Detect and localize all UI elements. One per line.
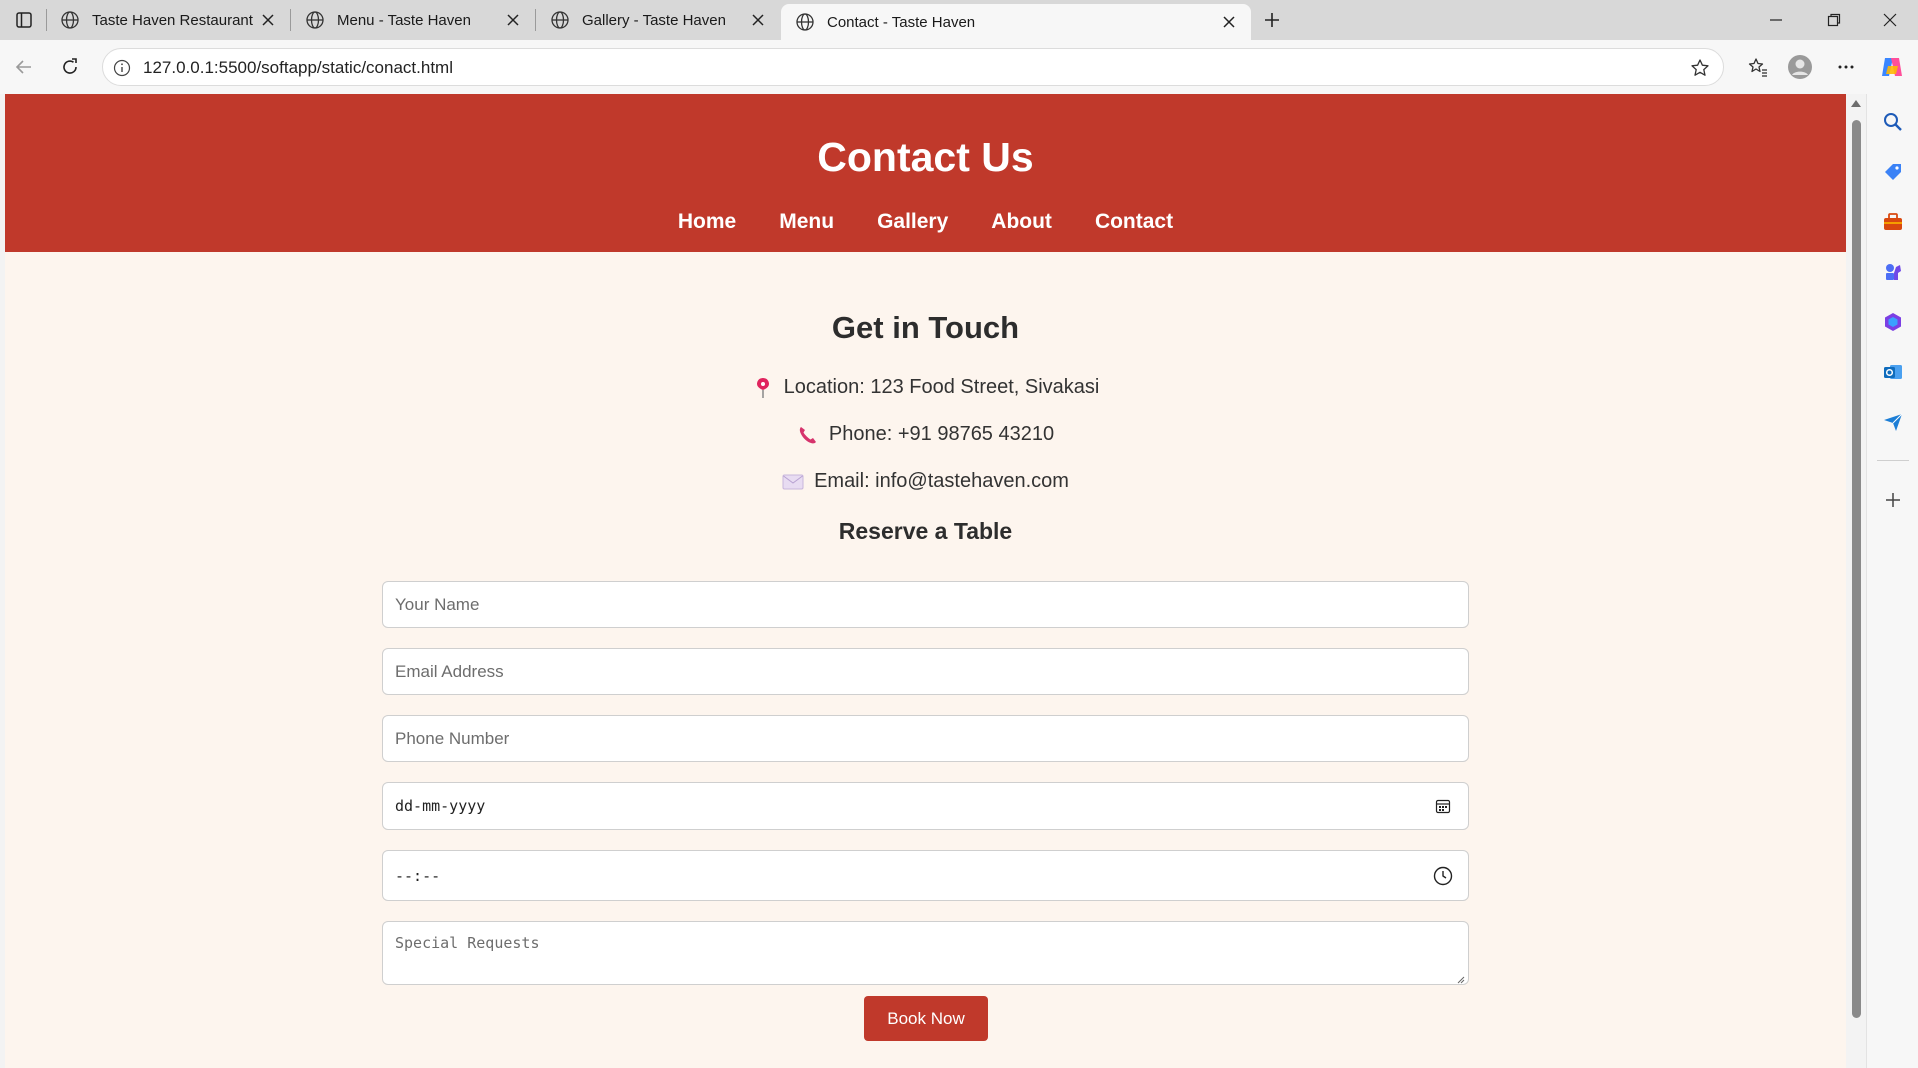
tab-actions-icon[interactable] xyxy=(10,6,38,34)
browser-tab-menu[interactable]: Menu - Taste Haven xyxy=(291,0,535,40)
tab-title: Menu - Taste Haven xyxy=(337,11,471,29)
close-icon[interactable] xyxy=(258,10,278,30)
tab-title: Taste Haven Restaurant xyxy=(92,11,253,29)
phone-text: Phone: +91 98765 43210 xyxy=(828,423,1055,445)
nav-link-contact[interactable]: Contact xyxy=(1095,210,1173,234)
url-text[interactable]: 127.0.0.1:5500/softapp/static/conact.htm… xyxy=(143,58,453,78)
scroll-up-arrow-icon[interactable] xyxy=(1851,100,1861,107)
main-nav: Home Menu Gallery About Contact xyxy=(5,210,1846,234)
add-icon[interactable] xyxy=(1879,486,1907,514)
close-icon[interactable] xyxy=(1219,12,1239,32)
map-pin-icon xyxy=(752,377,774,399)
email-input[interactable] xyxy=(382,648,1469,695)
minimize-icon[interactable] xyxy=(1748,0,1804,40)
nav-link-home[interactable]: Home xyxy=(678,210,736,234)
favorites-icon[interactable] xyxy=(1742,51,1774,83)
back-icon[interactable] xyxy=(8,51,40,83)
date-input[interactable]: dd-mm-yyyy xyxy=(382,782,1469,830)
calendar-icon[interactable] xyxy=(1432,795,1454,817)
tag-icon[interactable] xyxy=(1879,158,1907,186)
special-requests-textarea[interactable] xyxy=(382,921,1469,985)
globe-icon xyxy=(795,12,815,32)
date-value: dd-mm-yyyy xyxy=(395,797,486,815)
resize-handle-icon[interactable] xyxy=(1455,974,1465,984)
email-text: Email: info@tastehaven.com xyxy=(814,470,1069,492)
tab-title: Contact - Taste Haven xyxy=(827,13,976,31)
time-input[interactable]: --:-- xyxy=(382,850,1469,901)
browser-tab-strip: Taste Haven Restaurant Menu - Taste Have… xyxy=(0,0,1918,40)
browser-tab-contact[interactable]: Contact - Taste Haven xyxy=(781,4,1251,40)
phone-icon xyxy=(797,424,819,446)
envelope-icon xyxy=(782,471,804,493)
phone-input[interactable] xyxy=(382,715,1469,762)
location-info: Location: 123 Food Street, Sivakasi xyxy=(5,376,1846,399)
new-tab-icon[interactable] xyxy=(1258,7,1286,33)
globe-icon xyxy=(60,10,80,30)
close-icon[interactable] xyxy=(748,10,768,30)
clock-icon[interactable] xyxy=(1432,865,1454,887)
site-info-icon[interactable] xyxy=(111,57,133,79)
page-title: Contact Us xyxy=(817,134,1034,180)
browser-sidebar xyxy=(1866,94,1918,1068)
location-text: Location: 123 Food Street, Sivakasi xyxy=(783,376,1100,398)
close-icon[interactable] xyxy=(503,10,523,30)
site-header: Contact Us Home Menu Gallery About Conta… xyxy=(5,94,1846,252)
profile-avatar-icon[interactable] xyxy=(1784,51,1816,83)
favorite-star-icon[interactable] xyxy=(1689,57,1711,79)
reservation-heading: Reserve a Table xyxy=(838,518,1013,544)
globe-icon xyxy=(550,10,570,30)
sidebar-divider xyxy=(1877,460,1909,461)
contact-heading: Get in Touch xyxy=(831,310,1020,345)
email-info: Email: info@tastehaven.com xyxy=(5,470,1846,493)
page-scrollbar[interactable] xyxy=(1846,94,1866,1068)
more-options-icon[interactable] xyxy=(1830,51,1862,83)
time-value: --:-- xyxy=(395,866,441,885)
restore-icon[interactable] xyxy=(1806,0,1862,40)
scroll-thumb[interactable] xyxy=(1852,120,1861,1018)
toolbox-icon[interactable] xyxy=(1879,208,1907,236)
window-close-icon[interactable] xyxy=(1862,0,1918,40)
nav-link-gallery[interactable]: Gallery xyxy=(877,210,948,234)
reload-icon[interactable] xyxy=(54,51,86,83)
chess-icon[interactable] xyxy=(1879,258,1907,286)
phone-info: Phone: +91 98765 43210 xyxy=(5,423,1846,446)
copilot-icon[interactable] xyxy=(1876,51,1908,83)
search-icon[interactable] xyxy=(1879,108,1907,136)
outlook-icon[interactable] xyxy=(1879,358,1907,386)
nav-link-about[interactable]: About xyxy=(991,210,1052,234)
send-icon[interactable] xyxy=(1879,408,1907,436)
office-icon[interactable] xyxy=(1879,308,1907,336)
book-now-button[interactable]: Book Now xyxy=(864,996,988,1041)
tab-title: Gallery - Taste Haven xyxy=(582,11,726,29)
address-bar[interactable]: 127.0.0.1:5500/softapp/static/conact.htm… xyxy=(102,48,1724,86)
name-input[interactable] xyxy=(382,581,1469,628)
browser-tab-home[interactable]: Taste Haven Restaurant xyxy=(46,0,290,40)
browser-toolbar: 127.0.0.1:5500/softapp/static/conact.htm… xyxy=(0,40,1918,94)
nav-link-menu[interactable]: Menu xyxy=(779,210,834,234)
globe-icon xyxy=(305,10,325,30)
browser-tab-gallery[interactable]: Gallery - Taste Haven xyxy=(536,0,780,40)
page-viewport: Contact Us Home Menu Gallery About Conta… xyxy=(5,94,1846,1068)
